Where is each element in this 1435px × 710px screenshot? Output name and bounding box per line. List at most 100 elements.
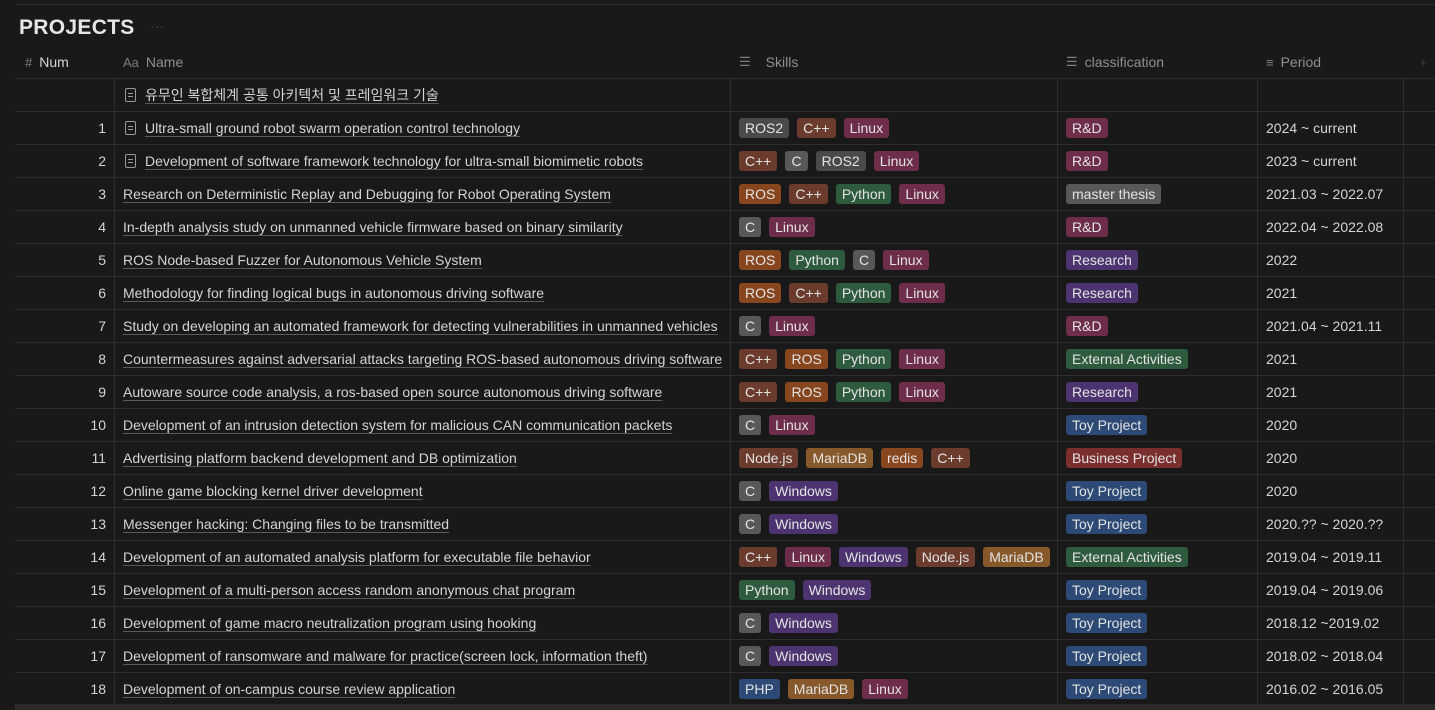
row-skills-cell[interactable]: ROS C++ Python Linux (731, 178, 1058, 210)
row-classification-cell[interactable]: R&D (1058, 211, 1258, 243)
row-name-cell[interactable]: Research on Deterministic Replay and Deb… (115, 178, 731, 210)
row-name-link[interactable]: Development of ransomware and malware fo… (123, 648, 647, 664)
row-name-link[interactable]: Development of an automated analysis pla… (123, 549, 591, 565)
row-period[interactable]: 2020 (1258, 442, 1404, 474)
row-name-link[interactable]: Development of software framework techno… (145, 153, 643, 169)
row-name-cell[interactable]: Development of an automated analysis pla… (115, 541, 731, 573)
more-options-icon[interactable]: ··· (150, 18, 164, 34)
table-row[interactable]: 15 Development of a multi-person access r… (15, 574, 1435, 607)
row-name-link[interactable]: In-depth analysis study on unmanned vehi… (123, 219, 623, 235)
table-row[interactable]: 6 Methodology for finding logical bugs in… (15, 277, 1435, 310)
row-skills-cell[interactable]: C Linux (731, 211, 1058, 243)
column-header-skills[interactable]: ☰ Skills (731, 46, 1058, 78)
table-row[interactable]: 1 Ultra-small ground robot swarm operatio… (15, 112, 1435, 145)
row-skills-cell[interactable]: C++ Linux Windows Node.js MariaDB (731, 541, 1058, 573)
row-skills-cell[interactable]: C Windows (731, 475, 1058, 507)
row-classification-cell[interactable]: R&D (1058, 145, 1258, 177)
row-classification-cell[interactable]: External Activities (1058, 343, 1258, 375)
row-period[interactable]: 2024 ~ current (1258, 112, 1404, 144)
row-name-cell[interactable]: Online game blocking kernel driver devel… (115, 475, 731, 507)
table-row[interactable]: 9 Autoware source code analysis, a ros-ba… (15, 376, 1435, 409)
row-name-link[interactable]: Countermeasures against adversarial atta… (123, 351, 722, 367)
row-name-cell[interactable]: Countermeasures against adversarial atta… (115, 343, 731, 375)
row-skills-cell[interactable]: Python Windows (731, 574, 1058, 606)
row-classification-cell[interactable]: Research (1058, 376, 1258, 408)
table-row[interactable]: 17 Development of ransomware and malware … (15, 640, 1435, 673)
row-classification-cell[interactable]: Research (1058, 277, 1258, 309)
row-name-link[interactable]: Development of a multi-person access ran… (123, 582, 575, 598)
row-skills-cell[interactable]: PHP MariaDB Linux (731, 673, 1058, 705)
row-name-cell[interactable]: Development of on-campus course review a… (115, 673, 731, 705)
row-classification-cell[interactable]: R&D (1058, 310, 1258, 342)
row-name-cell[interactable]: Advertising platform backend development… (115, 442, 731, 474)
table-row[interactable]: 2 Development of software framework techn… (15, 145, 1435, 178)
row-name-link[interactable]: Advertising platform backend development… (123, 450, 517, 466)
row-name-link[interactable]: Study on developing an automated framewo… (123, 318, 718, 334)
table-row[interactable]: 7 Study on developing an automated framew… (15, 310, 1435, 343)
row-skills-cell[interactable]: ROS Python C Linux (731, 244, 1058, 276)
row-classification-cell[interactable]: Toy Project (1058, 475, 1258, 507)
horizontal-scrollbar[interactable] (15, 704, 1435, 710)
row-period[interactable]: 2021.03 ~ 2022.07 (1258, 178, 1404, 210)
row-name-link[interactable]: Development of an intrusion detection sy… (123, 417, 672, 433)
row-classification-cell[interactable]: master thesis (1058, 178, 1258, 210)
row-name-link[interactable]: Methodology for finding logical bugs in … (123, 285, 544, 301)
row-skills-cell[interactable]: C Windows (731, 640, 1058, 672)
row-period[interactable]: 2021.04 ~ 2021.11 (1258, 310, 1404, 342)
row-skills-cell[interactable]: C Linux (731, 409, 1058, 441)
table-row[interactable]: 16 Development of game macro neutralizati… (15, 607, 1435, 640)
table-row[interactable]: 18 Development of on-campus course review… (15, 673, 1435, 706)
row-period[interactable] (1258, 79, 1404, 111)
row-period[interactable]: 2022.04 ~ 2022.08 (1258, 211, 1404, 243)
column-header-num[interactable]: # Num (15, 46, 115, 78)
table-row[interactable]: 8 Countermeasures against adversarial att… (15, 343, 1435, 376)
row-name-cell[interactable]: Development of game macro neutralization… (115, 607, 731, 639)
row-classification-cell[interactable]: Research (1058, 244, 1258, 276)
row-period[interactable]: 2022 (1258, 244, 1404, 276)
table-row[interactable]: 4 In-depth analysis study on unmanned veh… (15, 211, 1435, 244)
row-skills-cell[interactable]: C Windows (731, 508, 1058, 540)
row-classification-cell[interactable]: Business Project (1058, 442, 1258, 474)
row-name-cell[interactable]: Development of an intrusion detection sy… (115, 409, 731, 441)
row-name-cell[interactable]: Methodology for finding logical bugs in … (115, 277, 731, 309)
row-name-cell[interactable]: 유무인 복합체계 공통 아키텍처 및 프레임워크 기술 (115, 79, 731, 111)
row-name-link[interactable]: Research on Deterministic Replay and Deb… (123, 186, 611, 202)
row-classification-cell[interactable] (1058, 79, 1258, 111)
row-name-link[interactable]: Ultra-small ground robot swarm operation… (145, 120, 520, 136)
column-header-name[interactable]: Aa Name (115, 46, 731, 78)
row-classification-cell[interactable]: R&D (1058, 112, 1258, 144)
row-name-link[interactable]: ROS Node-based Fuzzer for Autonomous Veh… (123, 252, 482, 268)
row-classification-cell[interactable]: Toy Project (1058, 640, 1258, 672)
row-period[interactable]: 2021 (1258, 376, 1404, 408)
row-skills-cell[interactable]: C Windows (731, 607, 1058, 639)
table-row[interactable]: 11 Advertising platform backend developme… (15, 442, 1435, 475)
row-name-cell[interactable]: Study on developing an automated framewo… (115, 310, 731, 342)
row-name-cell[interactable]: In-depth analysis study on unmanned vehi… (115, 211, 731, 243)
table-row[interactable]: 14 Development of an automated analysis p… (15, 541, 1435, 574)
row-classification-cell[interactable]: Toy Project (1058, 574, 1258, 606)
row-classification-cell[interactable]: Toy Project (1058, 607, 1258, 639)
row-classification-cell[interactable]: External Activities (1058, 541, 1258, 573)
row-skills-cell[interactable]: C++ C ROS2 Linux (731, 145, 1058, 177)
row-period[interactable]: 2020 (1258, 409, 1404, 441)
row-name-link[interactable]: Online game blocking kernel driver devel… (123, 483, 423, 499)
row-skills-cell[interactable]: ROS2 C++ Linux (731, 112, 1058, 144)
row-name-cell[interactable]: Development of ransomware and malware fo… (115, 640, 731, 672)
row-classification-cell[interactable]: Toy Project (1058, 673, 1258, 705)
row-period[interactable]: 2018.12 ~2019.02 (1258, 607, 1404, 639)
row-name-link[interactable]: Development of game macro neutralization… (123, 615, 536, 631)
row-skills-cell[interactable]: C++ ROS Python Linux (731, 376, 1058, 408)
row-classification-cell[interactable]: Toy Project (1058, 508, 1258, 540)
column-header-classification[interactable]: ☰ classification (1058, 46, 1258, 78)
row-skills-cell[interactable]: Node.js MariaDB redis C++ (731, 442, 1058, 474)
table-row[interactable]: 5 ROS Node-based Fuzzer for Autonomous Ve… (15, 244, 1435, 277)
row-period[interactable]: 2023 ~ current (1258, 145, 1404, 177)
row-skills-cell[interactable] (731, 79, 1058, 111)
row-name-link[interactable]: 유무인 복합체계 공통 아키텍처 및 프레임워크 기술 (145, 85, 439, 105)
table-row[interactable]: 10 Development of an intrusion detection … (15, 409, 1435, 442)
row-name-cell[interactable]: ROS Node-based Fuzzer for Autonomous Veh… (115, 244, 731, 276)
row-name-cell[interactable]: Development of a multi-person access ran… (115, 574, 731, 606)
row-skills-cell[interactable]: ROS C++ Python Linux (731, 277, 1058, 309)
row-period[interactable]: 2021 (1258, 277, 1404, 309)
row-period[interactable]: 2021 (1258, 343, 1404, 375)
